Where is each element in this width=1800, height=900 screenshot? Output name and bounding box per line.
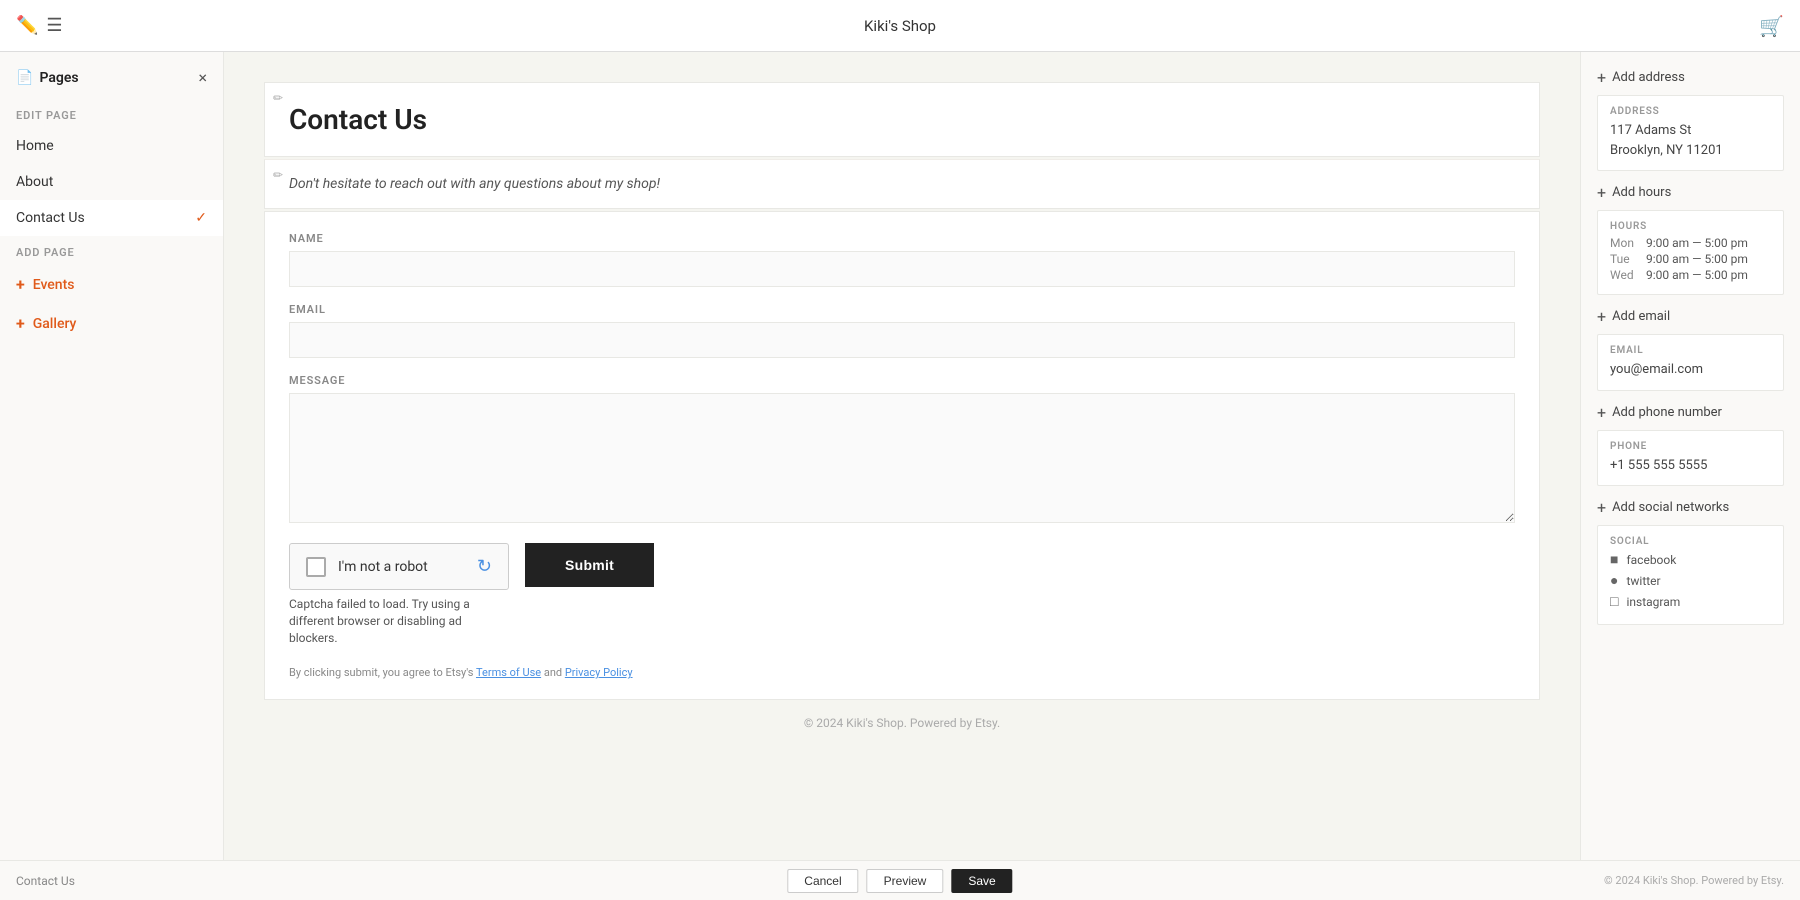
- add-social-button[interactable]: + Add social networks: [1597, 498, 1784, 517]
- sidebar-close-button[interactable]: ×: [198, 68, 207, 87]
- twitter-icon: ●: [1610, 572, 1618, 589]
- address-line1: 117 Adams St: [1610, 121, 1771, 141]
- hours-row-tue: Tue 9:00 am — 5:00 pm: [1610, 252, 1771, 266]
- add-address-button[interactable]: + Add address: [1597, 68, 1784, 87]
- phone-value: +1 555 555 5555: [1610, 456, 1771, 476]
- hours-card: HOURS Mon 9:00 am — 5:00 pm Tue 9:00 am …: [1597, 210, 1784, 295]
- content-area: ✏ Contact Us ✏ Don't hesitate to reach o…: [224, 52, 1800, 860]
- add-gallery-item[interactable]: + Gallery: [0, 304, 223, 343]
- top-bar: ✏️ ☰ Kiki's Shop 🛒: [0, 0, 1800, 52]
- social-facebook-row: ■ facebook: [1610, 551, 1771, 568]
- submit-button[interactable]: Submit: [525, 543, 654, 587]
- contact-description: Don't hesitate to reach out with any que…: [289, 176, 1515, 192]
- active-check-icon: ✓: [195, 210, 207, 226]
- sidebar-title: 📄 Pages: [16, 70, 79, 86]
- instagram-icon: □: [1610, 593, 1618, 610]
- contact-form-section: NAME EMAIL MESSAGE I'm not a robot ↻ Cap…: [264, 211, 1540, 700]
- social-card: SOCIAL ■ facebook ● twitter □ instagram: [1597, 525, 1784, 625]
- captcha-box[interactable]: I'm not a robot ↻: [289, 543, 509, 590]
- sidebar-item-about[interactable]: About: [0, 164, 223, 200]
- add-email-button[interactable]: + Add email: [1597, 307, 1784, 326]
- main-layout: 📄 Pages × EDIT PAGE Home About Contact U…: [0, 52, 1800, 860]
- email-value: you@email.com: [1610, 360, 1771, 380]
- hours-row-mon: Mon 9:00 am — 5:00 pm: [1610, 236, 1771, 250]
- bottom-bar: Contact Us Cancel Preview Save © 2024 Ki…: [0, 860, 1800, 900]
- edit-page-section-label: EDIT PAGE: [0, 99, 223, 128]
- cancel-button[interactable]: Cancel: [787, 869, 858, 893]
- add-email-plus-icon: +: [1597, 307, 1606, 326]
- address-section: + Add address ADDRESS 117 Adams St Brook…: [1597, 68, 1784, 171]
- desc-edit-pencil-icon[interactable]: ✏: [273, 168, 283, 182]
- page-editor: ✏ Contact Us ✏ Don't hesitate to reach o…: [224, 52, 1580, 860]
- facebook-icon: ■: [1610, 551, 1618, 568]
- sidebar-item-home[interactable]: Home: [0, 128, 223, 164]
- social-instagram-row: □ instagram: [1610, 593, 1771, 610]
- save-button[interactable]: Save: [951, 869, 1012, 893]
- add-gallery-plus-icon: +: [16, 314, 25, 333]
- edit-icon[interactable]: ✏️: [16, 15, 38, 36]
- captcha-logo-icon: ↻: [477, 556, 492, 577]
- add-phone-button[interactable]: + Add phone number: [1597, 403, 1784, 422]
- phone-section: + Add phone number PHONE +1 555 555 5555: [1597, 403, 1784, 487]
- email-section: + Add email EMAIL you@email.com: [1597, 307, 1784, 391]
- add-social-plus-icon: +: [1597, 498, 1606, 517]
- form-footer-text: By clicking submit, you agree to Etsy's …: [289, 666, 1515, 679]
- add-address-plus-icon: +: [1597, 68, 1606, 87]
- add-phone-plus-icon: +: [1597, 403, 1606, 422]
- sidebar: 📄 Pages × EDIT PAGE Home About Contact U…: [0, 52, 224, 860]
- hours-row-wed: Wed 9:00 am — 5:00 pm: [1610, 268, 1771, 282]
- privacy-link[interactable]: Privacy Policy: [565, 666, 633, 679]
- add-page-section-label: ADD PAGE: [0, 236, 223, 265]
- contact-desc-section: ✏ Don't hesitate to reach out with any q…: [264, 159, 1540, 209]
- social-section: + Add social networks SOCIAL ■ facebook …: [1597, 498, 1784, 625]
- bottom-page-label: Contact Us: [16, 874, 75, 888]
- name-field-label: NAME: [289, 232, 1515, 245]
- social-twitter-row: ● twitter: [1610, 572, 1771, 589]
- sidebar-item-contact-us[interactable]: Contact Us ✓: [0, 200, 223, 236]
- message-textarea[interactable]: [289, 393, 1515, 523]
- cart-icon: 🛒: [1759, 14, 1784, 38]
- email-card: EMAIL you@email.com: [1597, 334, 1784, 391]
- add-events-plus-icon: +: [16, 275, 25, 294]
- phone-card: PHONE +1 555 555 5555: [1597, 430, 1784, 487]
- captcha-row: I'm not a robot ↻ Captcha failed to load…: [289, 543, 1515, 646]
- list-icon[interactable]: ☰: [46, 15, 62, 36]
- preview-button[interactable]: Preview: [867, 869, 944, 893]
- address-line2: Brooklyn, NY 11201: [1610, 141, 1771, 161]
- bottom-actions: Cancel Preview Save: [787, 869, 1012, 893]
- hours-section: + Add hours HOURS Mon 9:00 am — 5:00 pm …: [1597, 183, 1784, 295]
- pages-icon: 📄: [16, 70, 33, 86]
- terms-link[interactable]: Terms of Use: [476, 666, 541, 679]
- add-events-item[interactable]: + Events: [0, 265, 223, 304]
- message-field-label: MESSAGE: [289, 374, 1515, 387]
- email-field-label: EMAIL: [289, 303, 1515, 316]
- address-card: ADDRESS 117 Adams St Brooklyn, NY 11201: [1597, 95, 1784, 171]
- captcha-error-text: Captcha failed to load. Try using a diff…: [289, 596, 509, 646]
- right-panel: + Add address ADDRESS 117 Adams St Brook…: [1580, 52, 1800, 860]
- captcha-label: I'm not a robot: [338, 559, 428, 575]
- title-edit-pencil-icon[interactable]: ✏: [273, 91, 283, 105]
- contact-title-section: ✏ Contact Us: [264, 82, 1540, 157]
- captcha-checkbox[interactable]: [306, 557, 326, 577]
- add-hours-plus-icon: +: [1597, 183, 1606, 202]
- contact-page-title: Contact Us: [289, 103, 1515, 136]
- cart-button[interactable]: 🛒: [1759, 14, 1784, 38]
- add-hours-button[interactable]: + Add hours: [1597, 183, 1784, 202]
- name-input[interactable]: [289, 251, 1515, 287]
- shop-name: Kiki's Shop: [864, 17, 936, 35]
- sidebar-header: 📄 Pages ×: [0, 52, 223, 99]
- footer-credit: © 2024 Kiki's Shop. Powered by Etsy.: [1604, 874, 1784, 887]
- top-bar-left: ✏️ ☰: [16, 15, 63, 36]
- page-footer-credit: © 2024 Kiki's Shop. Powered by Etsy.: [264, 700, 1540, 746]
- email-input[interactable]: [289, 322, 1515, 358]
